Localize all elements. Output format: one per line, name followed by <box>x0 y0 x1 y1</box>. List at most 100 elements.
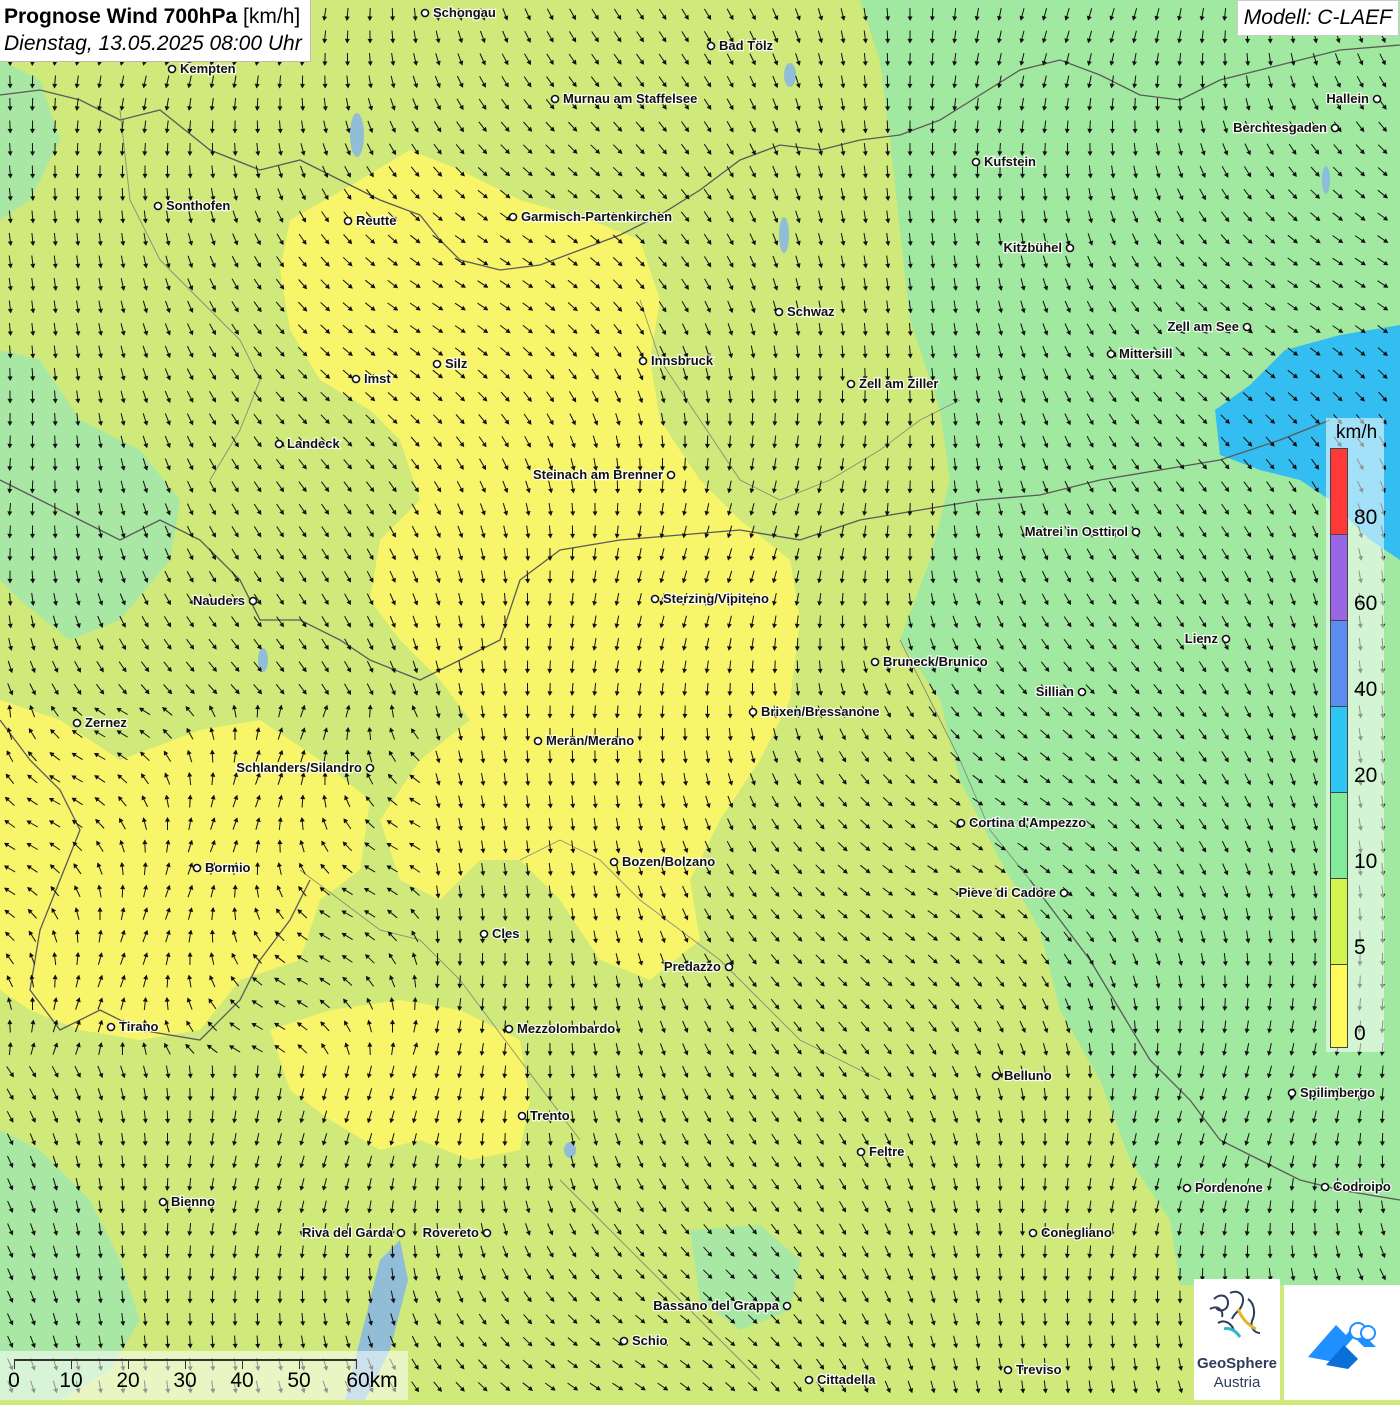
legend-tick-80: 80 <box>1354 506 1377 530</box>
city-dot <box>160 1199 167 1206</box>
city-label: Innsbruck <box>651 353 714 368</box>
city-dot <box>353 376 360 383</box>
city-dot <box>872 659 879 666</box>
city-label: Nauders <box>193 593 245 608</box>
city-dot <box>668 472 675 479</box>
city-dot <box>1184 1185 1191 1192</box>
city-dot <box>1374 96 1381 103</box>
city-dot <box>155 203 162 210</box>
city-label: Schongau <box>433 5 496 20</box>
scale-tick <box>299 1359 300 1369</box>
title-box: Prognose Wind 700hPa [km/h] Dienstag, 13… <box>0 0 311 62</box>
city-label: Schlanders/Silandro <box>236 760 362 775</box>
city-label: Sillian <box>1036 684 1074 699</box>
city-label: Kitzbühel <box>1004 240 1063 255</box>
legend-unit: km/h <box>1336 422 1377 444</box>
scale-tick <box>242 1359 243 1369</box>
city-dot <box>1322 1184 1329 1191</box>
city-label: Steinach am Brenner <box>533 467 663 482</box>
city-marker: Brixen/Bressanone <box>750 704 880 719</box>
city-label: Kempten <box>180 61 236 76</box>
city-dot <box>250 598 257 605</box>
app-logo[interactable] <box>1284 1285 1400 1400</box>
city-marker: Spilimbergo <box>1289 1085 1376 1100</box>
city-dot <box>108 1024 115 1031</box>
city-label: Brixen/Bressanone <box>761 704 880 719</box>
city-marker: Schlanders/Silandro <box>236 760 373 775</box>
city-dot <box>194 865 201 872</box>
city-label: Treviso <box>1016 1362 1062 1377</box>
city-label: Mittersill <box>1119 346 1172 361</box>
city-label: Zell am See <box>1167 319 1239 334</box>
city-marker: Berchtesgaden <box>1233 120 1338 135</box>
geosphere-country: Austria <box>1194 1374 1280 1391</box>
city-dot <box>640 358 647 365</box>
city-dot <box>806 1377 813 1384</box>
city-dot <box>621 1338 628 1345</box>
city-dot <box>367 765 374 772</box>
scale-tick <box>128 1359 129 1369</box>
city-label: Cles <box>492 926 519 941</box>
scale-tick <box>14 1359 15 1369</box>
legend-seg-10 <box>1331 793 1347 879</box>
city-dot <box>750 709 757 716</box>
city-dot <box>398 1230 405 1237</box>
city-label: Silz <box>445 356 468 371</box>
city-label: Lienz <box>1185 631 1219 646</box>
city-dot <box>611 859 618 866</box>
city-dot <box>552 96 559 103</box>
city-dot <box>74 720 81 727</box>
city-label: Landeck <box>287 436 341 451</box>
legend-tick-10: 10 <box>1354 850 1377 874</box>
model-label: Modell: C-LAEF <box>1237 0 1399 36</box>
scale-label: 0 <box>8 1369 20 1393</box>
city-label: Pieve di Cadore <box>958 885 1056 900</box>
city-label: Schio <box>632 1333 667 1348</box>
city-dot <box>776 309 783 316</box>
city-dot <box>858 1149 865 1156</box>
city-dot <box>652 596 659 603</box>
city-dot <box>506 1026 513 1033</box>
geosphere-logo[interactable]: GeoSphere Austria <box>1194 1279 1280 1400</box>
city-label: Cittadella <box>817 1372 876 1387</box>
city-dot <box>1289 1090 1296 1097</box>
city-marker: Bassano del Grappa <box>653 1298 790 1313</box>
city-marker: Bruneck/Brunico <box>872 654 988 669</box>
city-marker: Bozen/Bolzano <box>611 854 716 869</box>
legend-tick-5: 5 <box>1354 936 1366 960</box>
map-title: Prognose Wind 700hPa [km/h] <box>4 3 302 30</box>
city-dot <box>345 218 352 225</box>
legend-tick-20: 20 <box>1354 764 1377 788</box>
city-marker: Murnau am Staffelsee <box>552 91 698 106</box>
wind-map: SchongauBad TölzKemptenMurnau am Staffel… <box>0 0 1400 1400</box>
legend-seg-0 <box>1331 965 1347 1047</box>
color-legend: km/h 80 60 40 20 10 5 0 <box>1326 418 1384 1052</box>
legend-seg-40 <box>1331 621 1347 707</box>
city-dot <box>481 931 488 938</box>
city-label: Riva del Garda <box>302 1225 394 1240</box>
city-marker: Steinach am Brenner <box>533 467 675 482</box>
city-label: Spilimbergo <box>1300 1085 1375 1100</box>
city-marker: Zell am See <box>1167 319 1250 334</box>
city-marker: Riva del Garda <box>302 1225 405 1240</box>
city-label: Schwaz <box>787 304 835 319</box>
city-label: Hallein <box>1326 91 1369 106</box>
city-dot <box>1133 529 1140 536</box>
city-label: Bienno <box>171 1194 215 1209</box>
geosphere-emblem-icon <box>1194 1279 1280 1349</box>
city-marker: Sterzing/Vipiteno <box>652 591 769 606</box>
city-dot <box>1244 324 1251 331</box>
city-label: Predazzo <box>664 959 721 974</box>
city-marker: Sonthofen <box>155 198 231 213</box>
city-marker: Conegliano <box>1030 1225 1112 1240</box>
city-label: Murnau am Staffelsee <box>563 91 697 106</box>
legend-tick-60: 60 <box>1354 592 1377 616</box>
scale-tick <box>71 1359 72 1369</box>
city-dot <box>1030 1230 1037 1237</box>
geosphere-name: GeoSphere <box>1194 1355 1280 1372</box>
city-dot <box>1079 689 1086 696</box>
city-marker: Zell am Ziller <box>848 376 939 391</box>
city-dot <box>1061 890 1068 897</box>
city-dot <box>848 381 855 388</box>
cloud-mountain-icon <box>1284 1285 1400 1400</box>
